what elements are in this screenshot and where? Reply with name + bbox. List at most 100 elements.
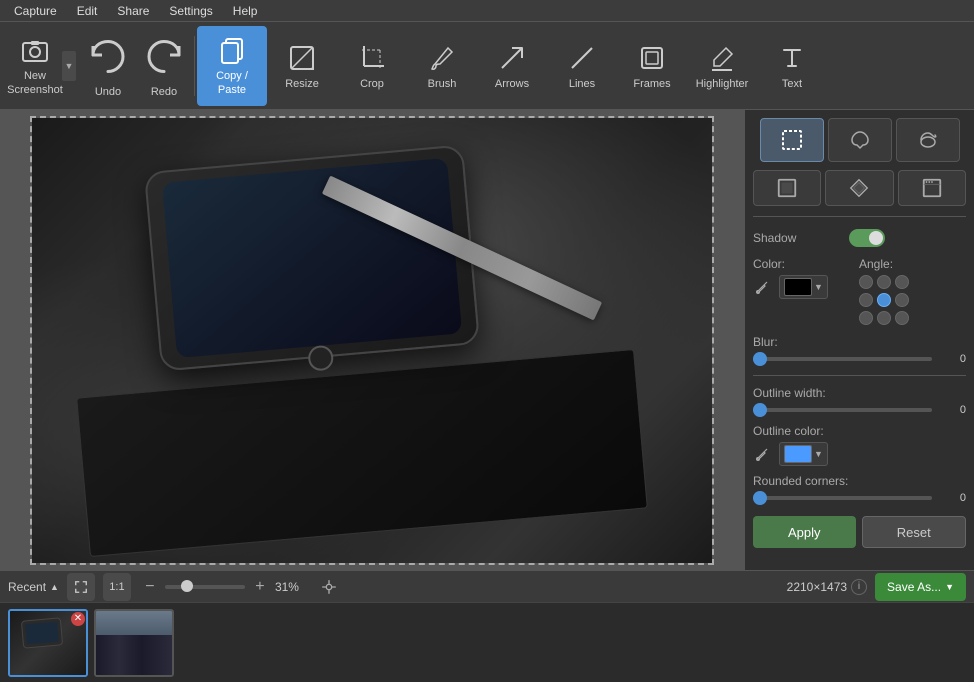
shadow-toggle[interactable] bbox=[849, 229, 885, 247]
shadow-toggle-knob bbox=[869, 231, 883, 245]
rounded-corners-slider-row: 0 bbox=[753, 492, 966, 504]
text-button[interactable]: Text bbox=[757, 26, 827, 106]
angle-dot-mr[interactable] bbox=[895, 293, 909, 307]
zoom-controls: − + 31% bbox=[139, 576, 307, 598]
phone-home-button bbox=[307, 344, 334, 371]
rounded-corners-label: Rounded corners: bbox=[753, 474, 966, 488]
thumbnail-1-close-button[interactable]: ✕ bbox=[71, 612, 85, 626]
blur-section: Blur: 0 bbox=[753, 335, 966, 365]
thumbnail-1[interactable]: ✕ bbox=[8, 609, 88, 677]
frame-style-row bbox=[753, 170, 966, 206]
arrows-button[interactable]: Arrows bbox=[477, 26, 547, 106]
blur-slider-thumb[interactable] bbox=[753, 352, 767, 366]
pan-icon bbox=[320, 578, 338, 596]
blur-label: Blur: bbox=[753, 335, 966, 349]
outline-width-value: 0 bbox=[938, 404, 966, 416]
zoom-slider-thumb bbox=[181, 580, 193, 592]
angle-dot-tl[interactable] bbox=[859, 275, 873, 289]
apply-button[interactable]: Apply bbox=[753, 516, 856, 548]
menu-edit[interactable]: Edit bbox=[67, 2, 108, 20]
menu-share[interactable]: Share bbox=[107, 2, 159, 20]
angle-dot-ml[interactable] bbox=[859, 293, 873, 307]
highlighter-icon bbox=[706, 42, 738, 74]
canvas-area[interactable] bbox=[0, 110, 744, 570]
ratio-label: 1:1 bbox=[109, 581, 124, 593]
angle-dot-bl[interactable] bbox=[859, 311, 873, 325]
zoom-in-button[interactable]: + bbox=[249, 576, 271, 598]
zoom-percent: 31% bbox=[275, 580, 307, 594]
rounded-corners-slider[interactable] bbox=[753, 496, 932, 500]
eyedropper-icon bbox=[754, 279, 770, 295]
fullscreen-button[interactable] bbox=[67, 573, 95, 601]
outline-color-swatch bbox=[784, 445, 812, 463]
menu-help[interactable]: Help bbox=[223, 2, 268, 20]
angle-dot-tc[interactable] bbox=[877, 275, 891, 289]
rounded-corners-slider-thumb[interactable] bbox=[753, 491, 767, 505]
outline-width-slider-thumb[interactable] bbox=[753, 403, 767, 417]
notebook-shape bbox=[76, 348, 648, 556]
frame-style-2-button[interactable] bbox=[825, 170, 893, 206]
color-swatch bbox=[784, 278, 812, 296]
menu-capture[interactable]: Capture bbox=[4, 2, 67, 20]
main-content: Shadow Color: bbox=[0, 110, 974, 570]
blur-slider[interactable] bbox=[753, 357, 932, 361]
lines-icon bbox=[566, 42, 598, 74]
zoom-out-button[interactable]: − bbox=[139, 576, 161, 598]
crop-icon bbox=[356, 42, 388, 74]
outline-width-slider[interactable] bbox=[753, 408, 932, 412]
phone-screen bbox=[162, 157, 462, 357]
selection-type-row bbox=[753, 118, 966, 162]
toolbar: New Screenshot ▼ Undo Redo Copy / Paste bbox=[0, 22, 974, 110]
angle-dot-mc[interactable] bbox=[877, 293, 891, 307]
resize-icon bbox=[286, 42, 318, 74]
save-as-button[interactable]: Save As... ▼ bbox=[875, 573, 966, 601]
shadow-label: Shadow bbox=[753, 231, 843, 245]
fullscreen-icon bbox=[74, 580, 88, 594]
action-row: Apply Reset bbox=[753, 516, 966, 548]
reset-button[interactable]: Reset bbox=[862, 516, 967, 548]
dimensions-info-button[interactable]: i bbox=[851, 579, 867, 595]
frame-style-1-icon bbox=[776, 177, 798, 199]
color-dropper-button[interactable] bbox=[753, 278, 771, 296]
dimensions-display: 2210×1473 i bbox=[787, 579, 867, 595]
shadow-row: Shadow bbox=[753, 229, 966, 247]
undo-button[interactable]: Undo bbox=[80, 26, 136, 106]
frame-style-2-icon bbox=[848, 177, 870, 199]
crop-button[interactable]: Crop bbox=[337, 26, 407, 106]
angle-dot-br[interactable] bbox=[895, 311, 909, 325]
save-chevron: ▼ bbox=[945, 582, 954, 592]
resize-button[interactable]: Resize bbox=[267, 26, 337, 106]
angle-dot-tr[interactable] bbox=[895, 275, 909, 289]
zoom-slider[interactable] bbox=[165, 585, 245, 589]
recent-button[interactable]: Recent ▲ bbox=[8, 580, 59, 594]
copy-paste-button[interactable]: Copy / Paste bbox=[197, 26, 267, 106]
frames-button[interactable]: Frames bbox=[617, 26, 687, 106]
freehand-selection-button[interactable] bbox=[896, 118, 960, 162]
new-screenshot-dropdown[interactable]: ▼ bbox=[62, 51, 76, 81]
outline-eyedropper-icon bbox=[754, 446, 770, 462]
thumbnail-2[interactable] bbox=[94, 609, 174, 677]
brush-button[interactable]: Brush bbox=[407, 26, 477, 106]
lasso-selection-button[interactable] bbox=[828, 118, 892, 162]
ratio-button[interactable]: 1:1 bbox=[103, 573, 131, 601]
frame-style-3-button[interactable] bbox=[898, 170, 966, 206]
redo-button[interactable]: Redo bbox=[136, 26, 192, 106]
thumbnail-2-buildings bbox=[96, 635, 172, 675]
image-frame bbox=[30, 116, 714, 565]
undo-icon bbox=[84, 34, 132, 82]
lines-button[interactable]: Lines bbox=[547, 26, 617, 106]
rect-selection-button[interactable] bbox=[760, 118, 824, 162]
frame-style-1-button[interactable] bbox=[753, 170, 821, 206]
outline-color-dropper-button[interactable] bbox=[753, 445, 771, 463]
menu-settings[interactable]: Settings bbox=[159, 2, 222, 20]
highlighter-button[interactable]: Highlighter bbox=[687, 26, 757, 106]
pan-button[interactable] bbox=[315, 573, 343, 601]
outline-color-dropdown-chevron: ▼ bbox=[814, 449, 823, 459]
freehand-icon bbox=[916, 128, 940, 152]
outline-width-label: Outline width: bbox=[753, 386, 966, 400]
color-swatch-wrapper[interactable]: ▼ bbox=[779, 275, 828, 299]
rect-select-icon bbox=[780, 128, 804, 152]
angle-dot-bc[interactable] bbox=[877, 311, 891, 325]
outline-color-swatch-wrapper[interactable]: ▼ bbox=[779, 442, 828, 466]
new-screenshot-button[interactable]: New Screenshot bbox=[0, 26, 70, 106]
